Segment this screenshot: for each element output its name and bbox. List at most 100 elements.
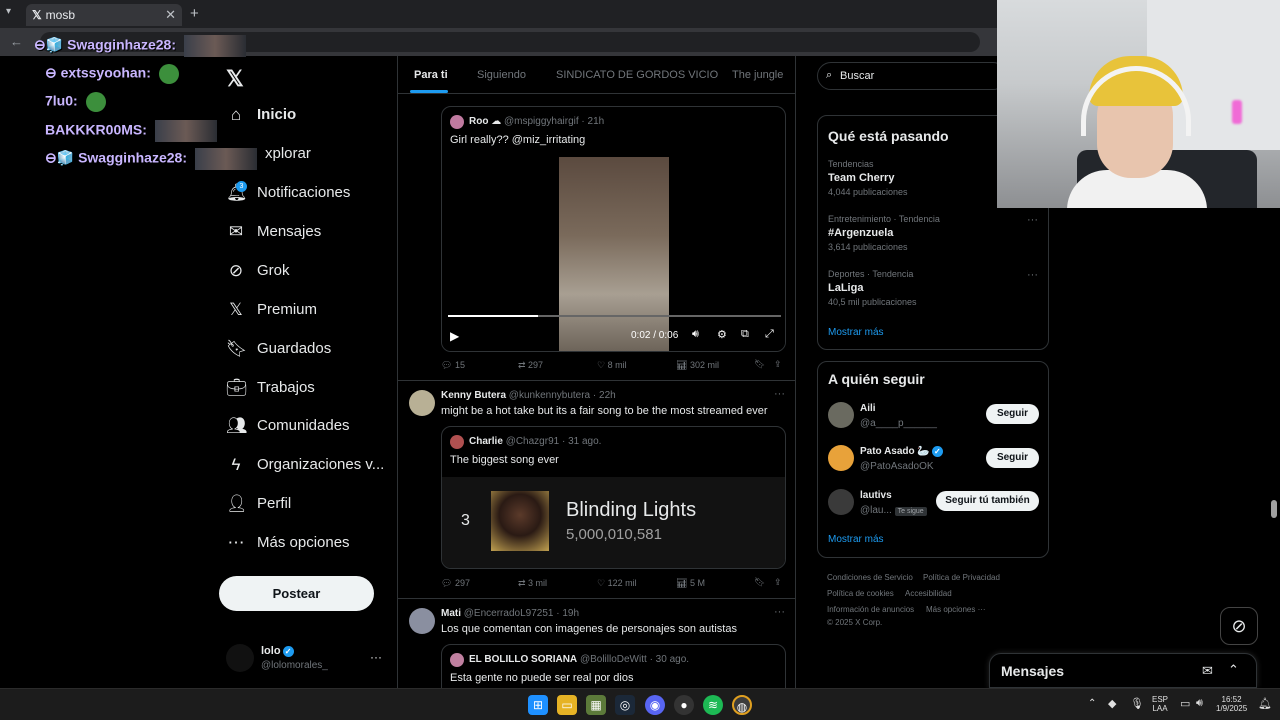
- footer-copyright: © 2025 X Corp.: [827, 618, 883, 627]
- pip-icon[interactable]: ⧉: [741, 328, 749, 341]
- nav-item-premium[interactable]: 𝕏 Premium: [226, 296, 396, 326]
- share-icon[interactable]: ⇪: [774, 359, 782, 370]
- back-arrow-icon[interactable]: ←: [10, 34, 23, 49]
- new-message-icon[interactable]: ✉: [1202, 663, 1213, 679]
- network-icon[interactable]: ▭: [1180, 697, 1190, 710]
- steam-icon[interactable]: ◎: [615, 695, 635, 715]
- post-button[interactable]: Postear: [219, 576, 374, 611]
- nav-item-notificaciones[interactable]: 🔔︎ 3 Notificaciones: [226, 179, 396, 209]
- tab-siguiendo[interactable]: Siguiendo: [477, 69, 526, 81]
- expand-icon[interactable]: ⌃: [1228, 662, 1239, 678]
- tweet-header: Mati @EncerradoL97251 · 19h: [441, 608, 579, 619]
- bookmark-icon[interactable]: 🔖︎: [754, 577, 765, 588]
- more-icon[interactable]: ···: [370, 650, 382, 664]
- volume-icon[interactable]: 🔊︎: [692, 328, 699, 341]
- quoted-tweet[interactable]: Roo ☁ @mspiggyhairgif · 21h Girl really?…: [441, 106, 786, 352]
- song-card: 3 Blinding Lights 5,000,010,581: [442, 477, 785, 568]
- file-explorer-icon[interactable]: ▭: [557, 695, 577, 715]
- chrome-icon[interactable]: ◍: [732, 695, 752, 715]
- nav-item-explorar[interactable]: xplorar: [226, 140, 396, 170]
- scrollbar-thumb[interactable]: [1271, 500, 1277, 518]
- bookmark-icon[interactable]: 🔖︎: [754, 359, 765, 370]
- avatar[interactable]: [409, 390, 435, 416]
- nav-item-organizaciones[interactable]: ϟ Organizaciones v...: [226, 451, 396, 481]
- nav-item-guardados[interactable]: 🔖︎ Guardados: [226, 335, 396, 365]
- footer-ads[interactable]: Información de anuncios: [827, 605, 914, 614]
- retweet-button[interactable]: ⇄ 297: [518, 360, 543, 371]
- browser-tab[interactable]: 𝕏mosb ✕: [26, 4, 182, 26]
- reply-button[interactable]: 💬︎ 297: [441, 578, 470, 589]
- chat-prefix: ⊖: [45, 64, 57, 81]
- fullscreen-icon[interactable]: ⤢: [765, 328, 774, 341]
- microphone-icon[interactable]: 🎙︎: [1130, 697, 1144, 710]
- quoted-tweet[interactable]: EL BOLILLO SORIANA @BolilloDeWitt · 30 a…: [441, 644, 786, 688]
- discord-icon[interactable]: ◉: [645, 695, 665, 715]
- new-tab-button[interactable]: +: [190, 5, 199, 22]
- tray-app-icon[interactable]: ◆: [1108, 697, 1116, 710]
- nav-item-trabajos[interactable]: 💼︎ Trabajos: [226, 374, 396, 404]
- trends-title: Qué está pasando: [828, 128, 949, 144]
- footer-cookies[interactable]: Política de cookies: [827, 589, 894, 598]
- nav-item-comunidades[interactable]: 👥︎ Comunidades: [226, 412, 396, 442]
- like-button[interactable]: ♡ 122 mil: [597, 578, 637, 589]
- tab-search-icon[interactable]: ▾: [6, 6, 20, 20]
- clock[interactable]: 16:52 1/9/2025: [1216, 695, 1247, 713]
- like-button[interactable]: ♡ 8 mil: [597, 360, 627, 371]
- tab-para-ti[interactable]: Para ti: [414, 69, 448, 81]
- footer-terms[interactable]: Condiciones de Servicio: [827, 573, 913, 582]
- show-more-link[interactable]: Mostrar más: [828, 534, 884, 545]
- more-icon[interactable]: ···: [1027, 269, 1038, 281]
- language-indicator[interactable]: ESP LAA: [1152, 695, 1168, 713]
- keyboard-layout: LAA: [1152, 704, 1168, 713]
- windows-start-icon[interactable]: ⊞: [528, 695, 548, 715]
- tweet-author[interactable]: Mati: [441, 608, 461, 619]
- follow-button[interactable]: Seguir: [986, 448, 1039, 468]
- messages-drawer[interactable]: Mensajes ✉ ⌃: [989, 653, 1257, 688]
- settings-gear-icon[interactable]: ⚙: [717, 328, 727, 341]
- minecraft-icon[interactable]: ▦: [586, 695, 606, 715]
- more-icon[interactable]: ···: [774, 388, 785, 400]
- footer-more[interactable]: Más opciones ···: [926, 605, 986, 614]
- reply-button[interactable]: 💬︎ 15: [441, 360, 465, 371]
- chat-user: Swagginhaze28:: [67, 36, 176, 53]
- video-progress-bar[interactable]: [448, 315, 781, 317]
- follow-back-button[interactable]: Seguir tú también: [936, 491, 1039, 511]
- views-button[interactable]: 📊︎ 5 M: [676, 578, 705, 589]
- account-switcher[interactable]: lolo ✓ @lolomorales_ ···: [226, 640, 386, 680]
- reply-count: 297: [454, 578, 470, 588]
- search-input[interactable]: ⌕ Buscar: [817, 62, 1007, 90]
- footer-accessibility[interactable]: Accesibilidad: [905, 589, 952, 598]
- retweet-button[interactable]: ⇄ 3 mil: [518, 578, 547, 589]
- spotify-icon[interactable]: ≋: [703, 695, 723, 715]
- tray-expand-icon[interactable]: ⌃: [1088, 698, 1096, 709]
- nav-item-grok[interactable]: ⊘ Grok: [226, 257, 396, 287]
- volume-icon[interactable]: 🔊︎: [1196, 697, 1203, 710]
- footer-privacy[interactable]: Política de Privacidad: [923, 573, 1000, 582]
- home-icon: ⌂: [230, 105, 242, 124]
- nav-item-inicio[interactable]: ⌂ Inicio: [226, 101, 396, 131]
- play-icon[interactable]: ▶: [450, 329, 459, 343]
- close-tab-icon[interactable]: ✕: [165, 7, 176, 23]
- more-icon[interactable]: ···: [1027, 214, 1038, 226]
- grok-icon[interactable]: ⊘: [1220, 607, 1258, 645]
- nav-label: Mensajes: [257, 223, 322, 240]
- show-more-link[interactable]: Mostrar más: [828, 327, 884, 338]
- nav-item-mensajes[interactable]: ✉ Mensajes: [226, 218, 396, 248]
- account-handle: @lolomorales_: [261, 660, 328, 671]
- more-icon[interactable]: ···: [774, 606, 785, 618]
- views-button[interactable]: 📊︎ 302 mil: [676, 360, 719, 371]
- tweet-author[interactable]: Kenny Butera: [441, 390, 506, 401]
- share-icon[interactable]: ⇪: [774, 577, 782, 588]
- nav-item-mas-opciones[interactable]: ⋯ Más opciones: [226, 529, 396, 559]
- tab-sindicato[interactable]: SINDICATO DE GORDOS VICIO: [556, 69, 718, 81]
- avatar[interactable]: [409, 608, 435, 634]
- obs-icon[interactable]: ●: [674, 695, 694, 715]
- quoted-tweet[interactable]: Charlie @Chazgr91 · 31 ago. The biggest …: [441, 426, 786, 569]
- x-logo-icon[interactable]: 𝕏: [226, 66, 244, 92]
- follow-button[interactable]: Seguir: [986, 404, 1039, 424]
- video-player[interactable]: ▶ 0:02 / 0:06 🔊︎ ⚙ ⧉ ⤢: [442, 157, 785, 351]
- tab-the-jungle[interactable]: The jungle: [732, 69, 783, 81]
- messages-title: Mensajes: [1001, 663, 1065, 679]
- nav-item-perfil[interactable]: 👤︎ Perfil: [226, 490, 396, 520]
- notifications-icon[interactable]: 🔔︎: [1258, 697, 1272, 710]
